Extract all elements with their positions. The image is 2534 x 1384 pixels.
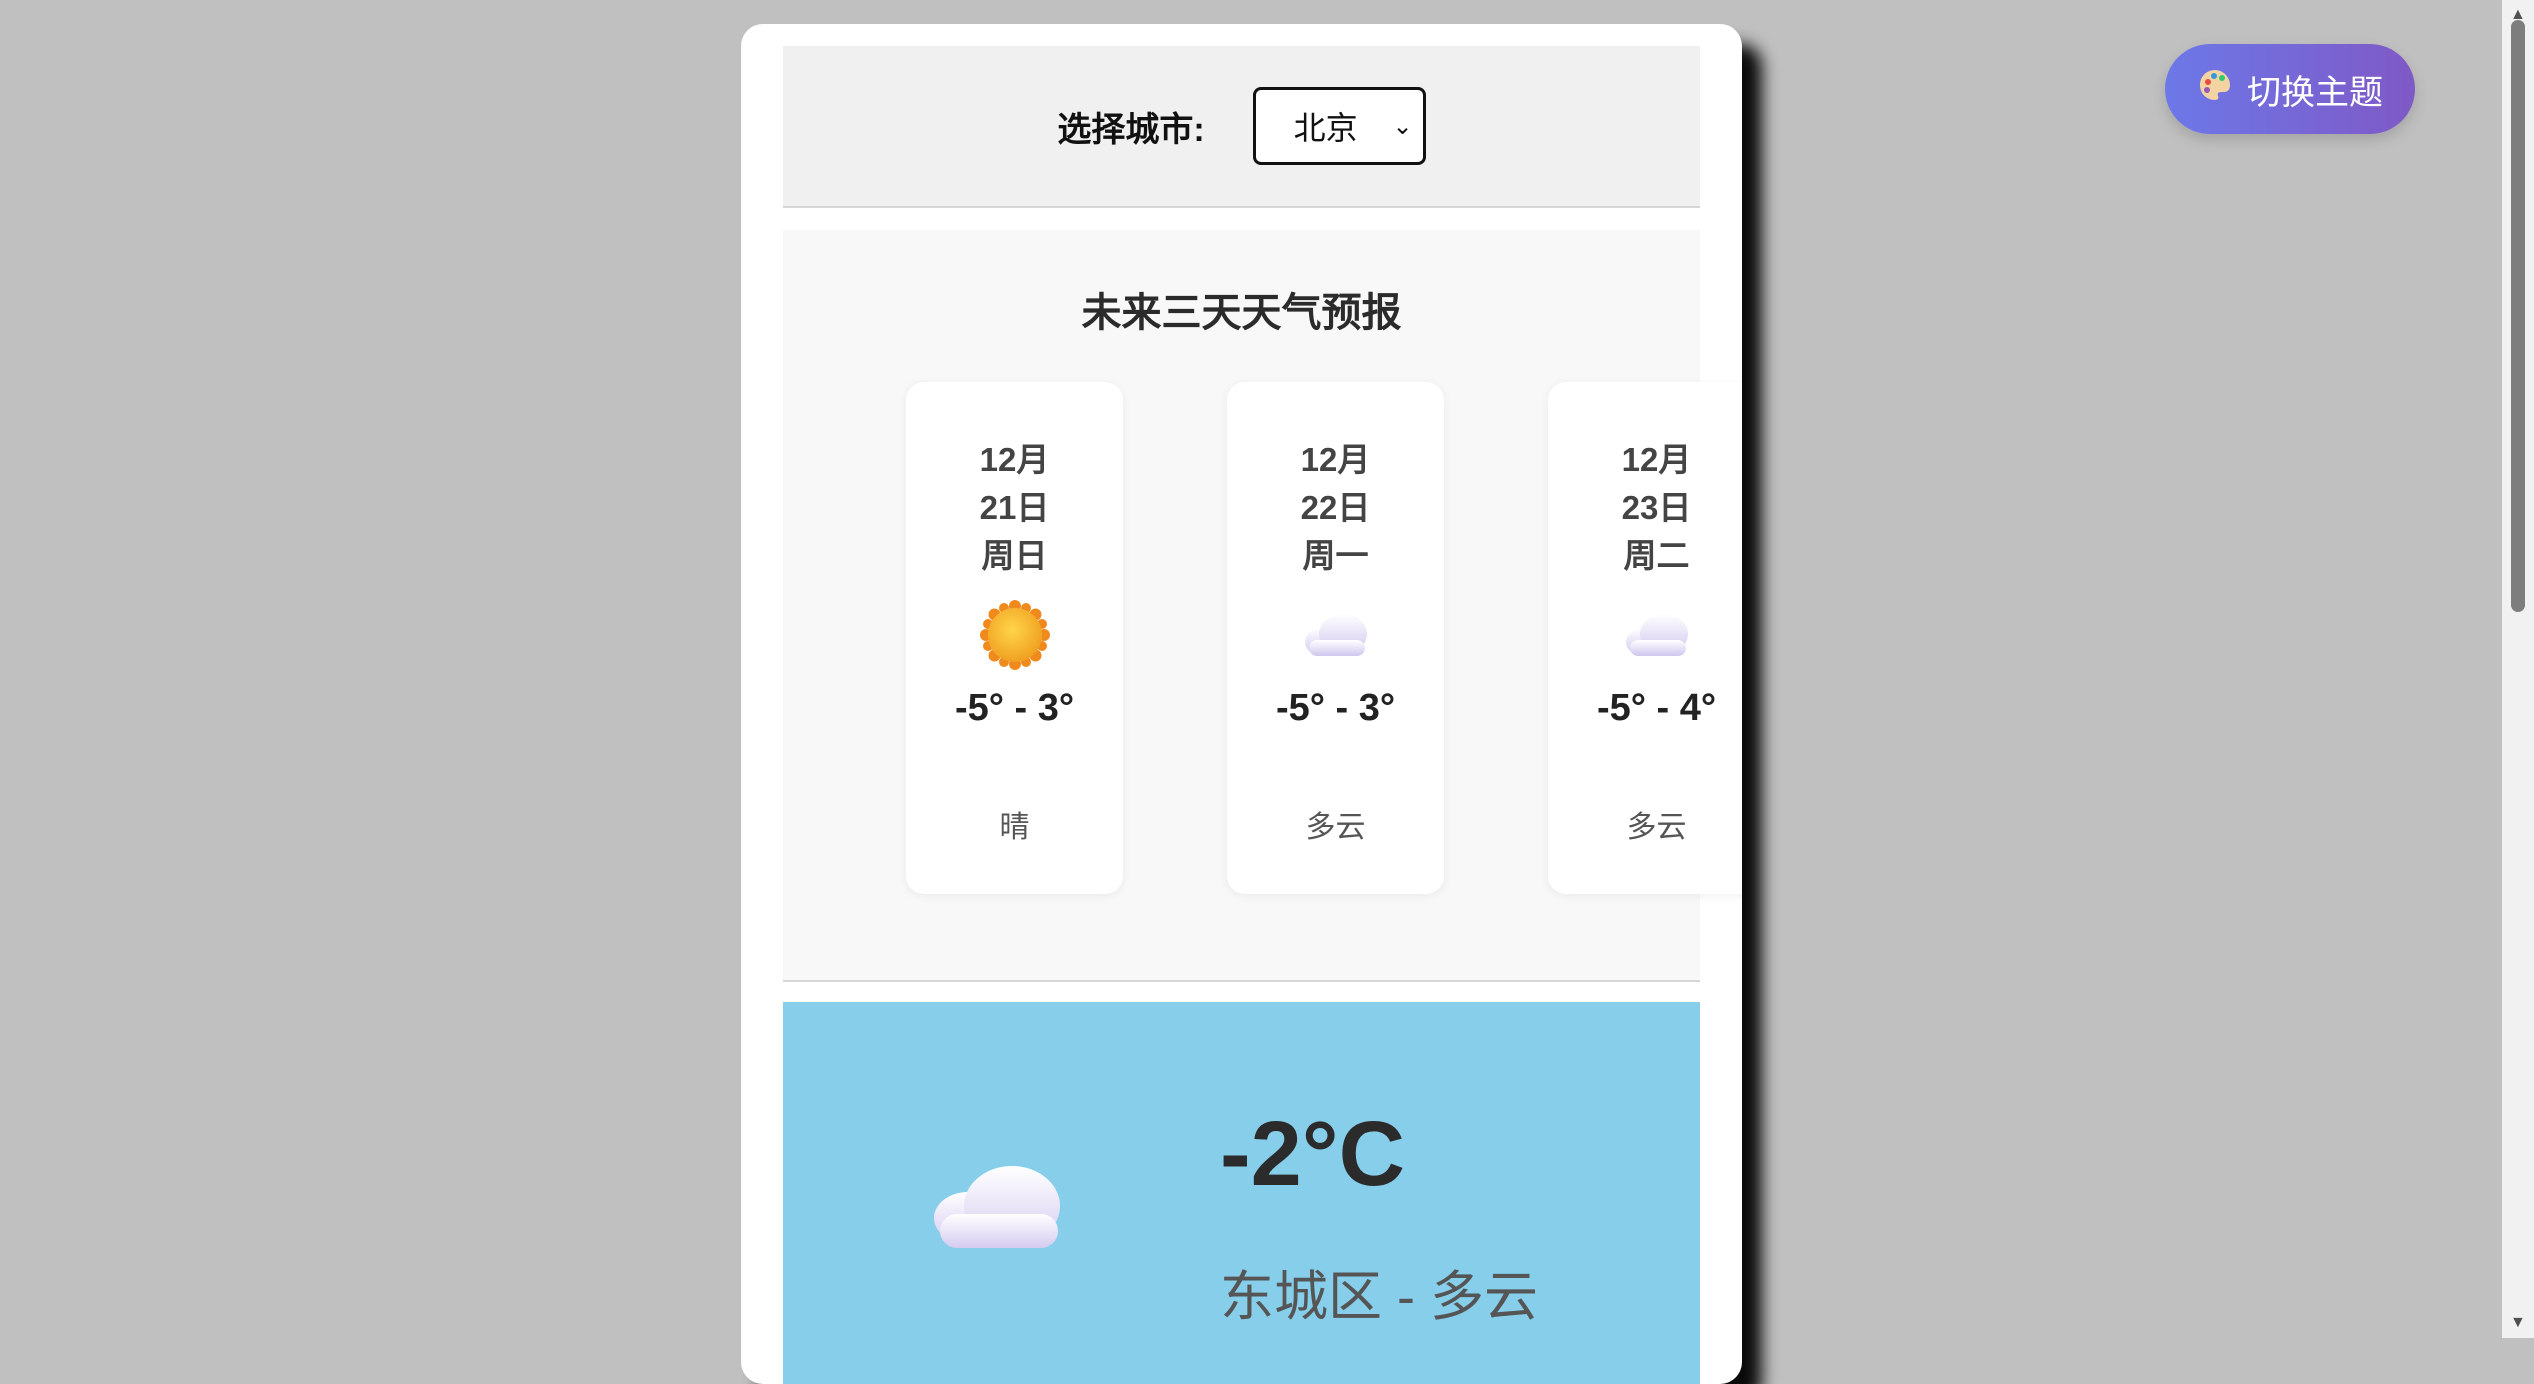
forecast-description: 晴 [999, 811, 1030, 844]
forecast-temp-range: -5° - 3° [1275, 687, 1396, 729]
scroll-down-icon[interactable]: ▼ [2510, 1314, 2526, 1332]
forecast-description: 多云 [1305, 811, 1366, 844]
forecast-day-card: 12月 22日 周一 -5° - 3° 多云 [1227, 382, 1444, 894]
toggle-theme-label: 切换主题 [2247, 73, 2383, 112]
forecast-month: 12月 [979, 441, 1050, 478]
current-weather-panel: -2°C 东城区 - 多云 [783, 1002, 1700, 1384]
forecast-weekday: 周日 [981, 537, 1048, 574]
forecast-temp-range: -5° - 3° [954, 687, 1075, 729]
cloud-icon [1548, 600, 1742, 670]
forecast-day: 23日 [1621, 489, 1692, 526]
sun-icon [906, 600, 1123, 670]
city-select-value: 北京 [1293, 110, 1358, 146]
cloud-icon [1227, 600, 1444, 670]
page-scrollbar[interactable]: ▲ ▼ [2502, 0, 2534, 1338]
city-selector-label: 选择城市: [1057, 110, 1205, 149]
forecast-day: 21日 [979, 489, 1050, 526]
forecast-day-card: 12月 21日 周日 -5° - 3° 晴 [906, 382, 1123, 894]
forecast-month: 12月 [1300, 441, 1371, 478]
toggle-theme-button[interactable]: 切换主题 [2165, 44, 2415, 134]
weather-app-card: 选择城市: 北京 ⌄ 未来三天天气预报 12月 21日 周日 -5° - 3° … [741, 24, 1742, 1384]
forecast-weekday: 周二 [1623, 537, 1690, 574]
palette-icon [2197, 67, 2233, 112]
forecast-description: 多云 [1626, 811, 1687, 844]
chevron-down-icon: ⌄ [1392, 113, 1413, 140]
city-selector-bar: 选择城市: 北京 ⌄ [783, 46, 1700, 208]
forecast-title: 未来三天天气预报 [1081, 291, 1402, 335]
forecast-day: 22日 [1300, 489, 1371, 526]
forecast-month: 12月 [1621, 441, 1692, 478]
forecast-temp-range: -5° - 4° [1596, 687, 1717, 729]
forecast-weekday: 周一 [1302, 537, 1369, 574]
forecast-day-card: 12月 23日 周二 -5° - 4° 多云 [1548, 382, 1742, 894]
current-location-condition: 东城区 - 多云 [1220, 1267, 1538, 1327]
cloud-icon [928, 1162, 1068, 1257]
city-select[interactable]: 北京 ⌄ [1252, 87, 1426, 165]
forecast-panel: 未来三天天气预报 12月 21日 周日 -5° - 3° 晴 12月 22日 周… [783, 230, 1742, 982]
current-temperature: -2°C [1220, 1103, 1406, 1205]
scrollbar-thumb[interactable] [2511, 20, 2525, 612]
